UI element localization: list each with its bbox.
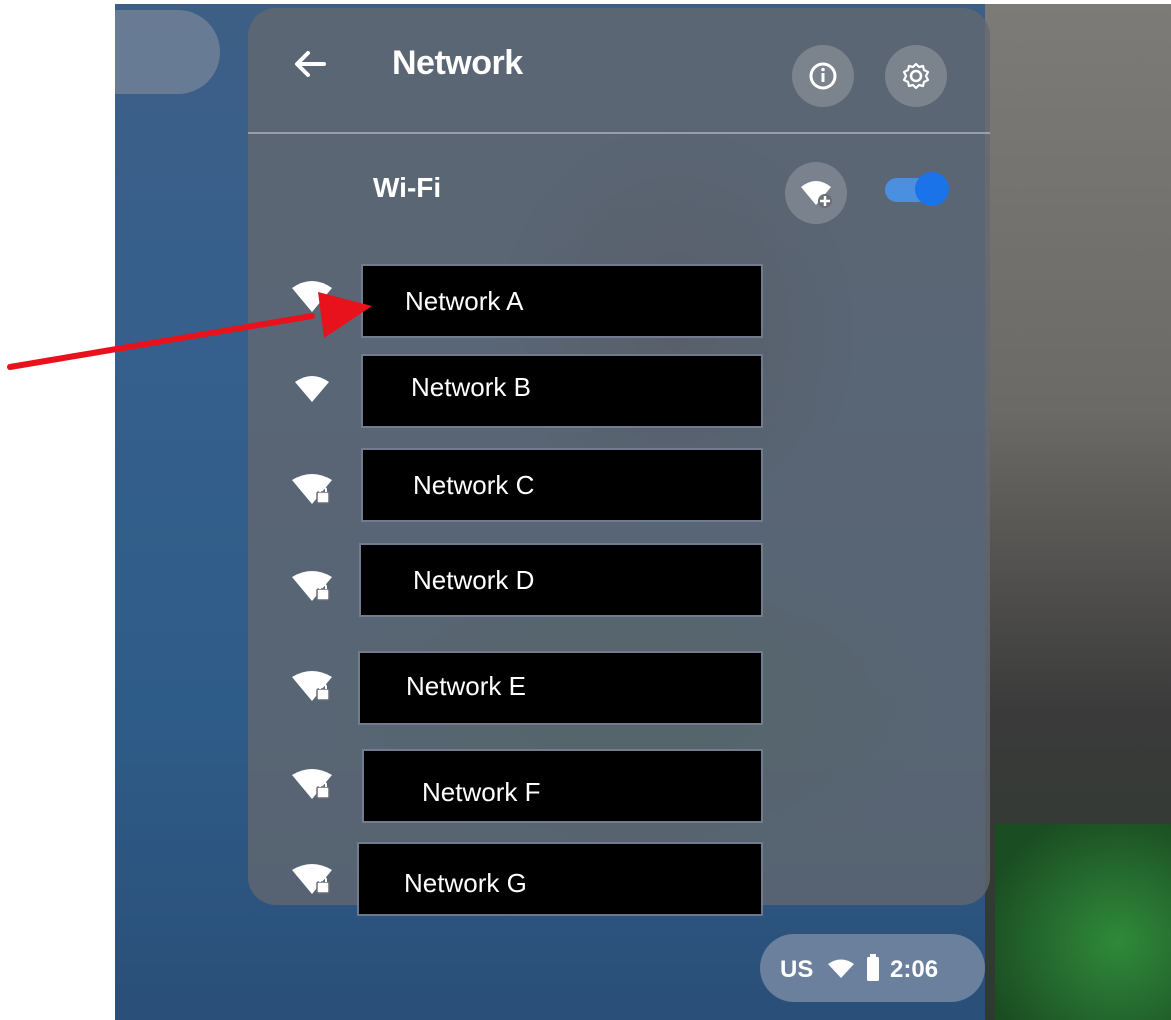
keyboard-layout: US bbox=[780, 956, 814, 983]
info-button[interactable] bbox=[792, 45, 854, 107]
screen-photo: Network Wi-Fi Network A Network B Networ… bbox=[115, 4, 1171, 1020]
battery-icon bbox=[867, 954, 879, 981]
network-name: Network D bbox=[413, 565, 535, 595]
arrow-left-icon bbox=[295, 51, 326, 77]
wifi-icon bbox=[828, 959, 854, 978]
network-row[interactable]: Network F bbox=[115, 751, 815, 831]
page-title: Network bbox=[392, 44, 523, 82]
add-network-button[interactable] bbox=[785, 162, 847, 224]
wifi-locked-icon bbox=[292, 571, 332, 601]
network-name-box: Network B bbox=[363, 356, 761, 426]
wifi-locked-icon bbox=[292, 474, 332, 504]
network-row[interactable]: Network E bbox=[115, 653, 815, 733]
wifi-locked-icon bbox=[292, 671, 332, 701]
status-tray[interactable]: US 2:06 bbox=[760, 934, 985, 1002]
network-name: Network G bbox=[404, 868, 527, 898]
toggle-knob bbox=[915, 172, 949, 206]
wifi-toggle[interactable] bbox=[885, 172, 949, 206]
info-icon bbox=[809, 62, 837, 90]
settings-button[interactable] bbox=[885, 45, 947, 107]
network-name-box: Network D bbox=[361, 545, 761, 615]
network-row[interactable]: Network D bbox=[115, 545, 815, 625]
network-name: Network F bbox=[422, 777, 541, 807]
back-button[interactable] bbox=[115, 10, 220, 94]
network-row[interactable]: Network B bbox=[115, 356, 815, 436]
wifi-signal-icon bbox=[295, 376, 329, 402]
network-row[interactable]: Network A bbox=[115, 266, 815, 346]
wifi-locked-icon bbox=[292, 864, 332, 894]
wifi-add-icon bbox=[801, 181, 832, 208]
clock: 2:06 bbox=[890, 956, 939, 983]
network-name: Network A bbox=[405, 286, 524, 316]
network-name-box: Network F bbox=[364, 751, 761, 821]
background-reflection bbox=[995, 824, 1171, 1020]
header-divider bbox=[248, 132, 990, 134]
network-row[interactable]: Network C bbox=[115, 450, 815, 530]
gear-icon bbox=[902, 62, 930, 90]
network-name: Network B bbox=[411, 372, 531, 402]
network-row[interactable]: Network G bbox=[115, 844, 815, 924]
network-name-box: Network G bbox=[359, 844, 761, 914]
network-name: Network C bbox=[413, 470, 535, 500]
network-name: Network E bbox=[406, 671, 526, 701]
wifi-signal-icon bbox=[292, 281, 332, 312]
network-name-box: Network A bbox=[363, 266, 761, 336]
wifi-label: Wi-Fi bbox=[373, 172, 442, 203]
network-name-box: Network E bbox=[360, 653, 761, 723]
network-name-box: Network C bbox=[363, 450, 761, 520]
wifi-locked-icon bbox=[292, 769, 332, 799]
